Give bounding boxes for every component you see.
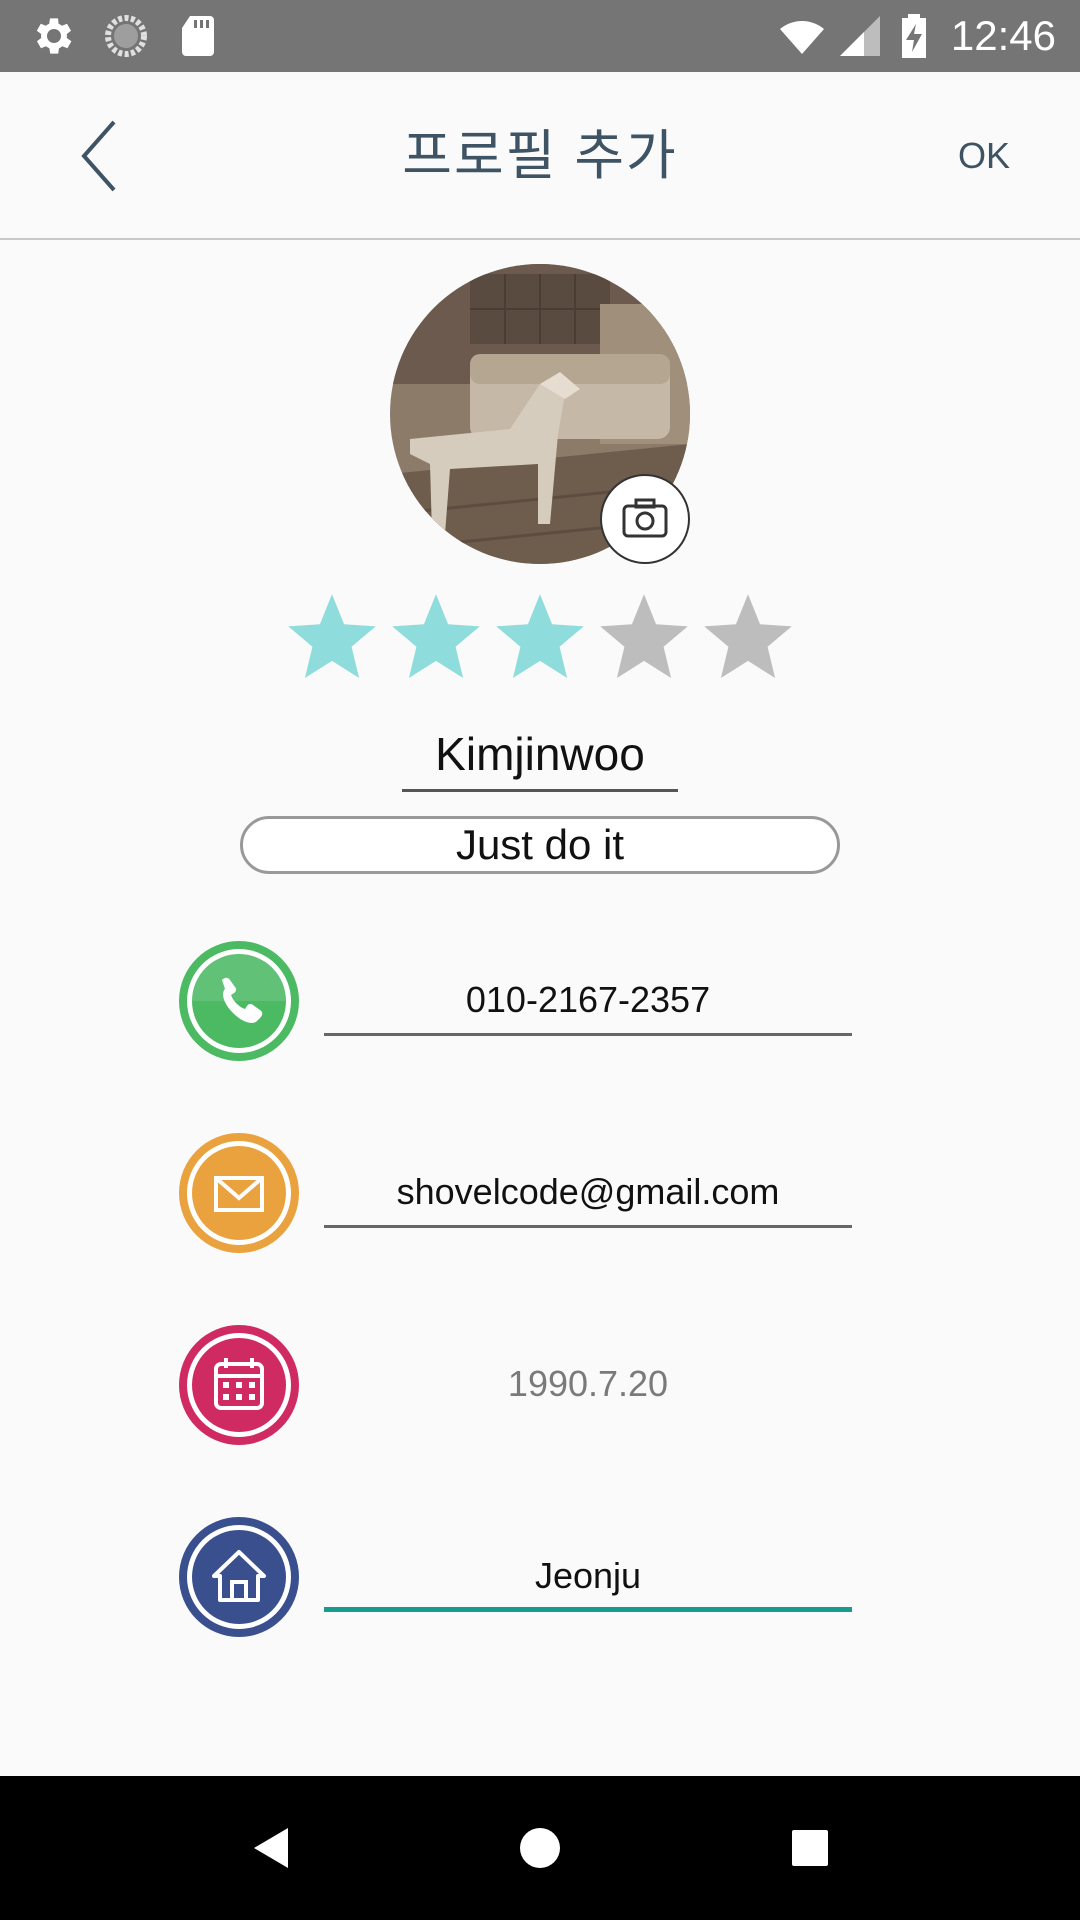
settings-icon — [36, 18, 72, 54]
page-title: 프로필 추가 — [402, 126, 678, 186]
signal-icon — [840, 16, 880, 56]
profile-add-screen: 12:46 프로필 추가 OK Kimjinwoo Just do it 010… — [0, 0, 1080, 1920]
star-2-icon[interactable] — [384, 588, 488, 688]
status-bar: 12:46 — [0, 0, 1080, 72]
star-5-icon[interactable] — [696, 588, 800, 688]
camera-icon — [622, 498, 668, 538]
home-icon — [179, 1517, 299, 1637]
app-bar: 프로필 추가 OK — [0, 72, 1080, 240]
change-photo-button[interactable] — [600, 474, 690, 564]
birthday-field[interactable]: 1990.7.20 — [324, 1354, 852, 1420]
loading-icon — [105, 15, 147, 57]
chevron-left-icon — [81, 120, 116, 192]
email-input[interactable]: shovelcode@gmail.com — [324, 1162, 852, 1228]
star-3-icon[interactable] — [488, 588, 592, 688]
home-circle-icon[interactable] — [508, 1816, 572, 1880]
phone-input[interactable]: 010-2167-2357 — [324, 970, 852, 1036]
navigation-bar — [0, 1776, 1080, 1920]
name-input[interactable]: Kimjinwoo — [402, 718, 678, 792]
battery-charging-icon — [902, 14, 926, 58]
star-1-icon[interactable] — [280, 588, 384, 688]
star-rating — [280, 588, 800, 688]
clock: 12:46 — [950, 12, 1056, 59]
mail-icon — [179, 1133, 299, 1253]
recents-square-icon[interactable] — [778, 1816, 842, 1880]
sd-card-icon — [182, 16, 214, 56]
ok-button[interactable]: OK — [958, 72, 1010, 240]
star-4-icon[interactable] — [592, 588, 696, 688]
calendar-icon — [179, 1325, 299, 1445]
back-triangle-icon[interactable] — [238, 1816, 302, 1880]
address-input[interactable]: Jeonju — [324, 1546, 852, 1612]
wifi-icon — [780, 21, 824, 54]
status-message-input[interactable]: Just do it — [240, 816, 840, 874]
back-button[interactable] — [60, 116, 140, 196]
phone-icon — [179, 941, 299, 1061]
